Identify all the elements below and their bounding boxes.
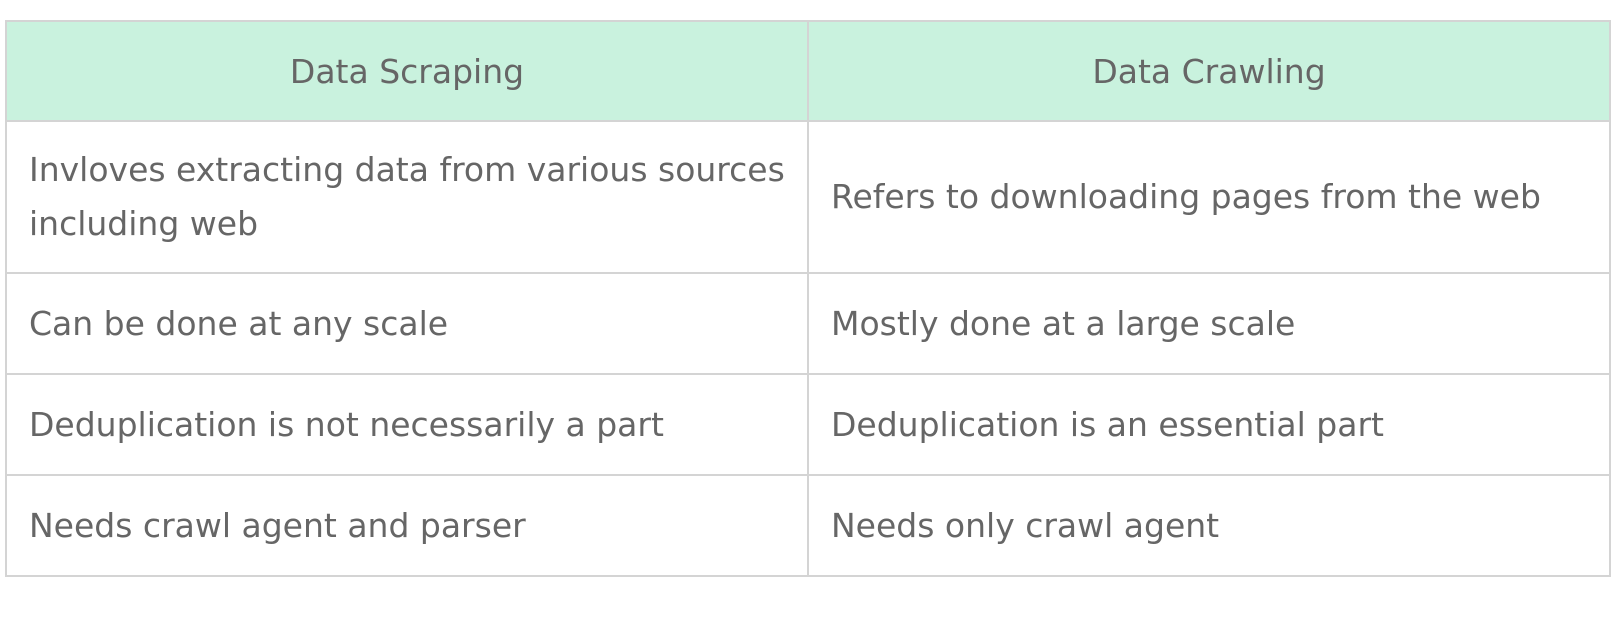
comparison-table: Data Scraping Data Crawling Invloves ext… [5, 20, 1611, 577]
table-cell-crawling: Refers to downloading pages from the web [807, 120, 1611, 274]
comparison-table-container: Data Scraping Data Crawling Invloves ext… [5, 20, 1611, 577]
table-header: Data Scraping Data Crawling [5, 20, 1611, 122]
table-body: Invloves extracting data from various so… [5, 120, 1611, 577]
table-row: Deduplication is not necessarily a part … [5, 373, 1611, 476]
table-cell-scraping: Invloves extracting data from various so… [5, 120, 809, 274]
table-row: Can be done at any scale Mostly done at … [5, 272, 1611, 375]
table-cell-scraping: Can be done at any scale [5, 272, 809, 375]
table-row: Invloves extracting data from various so… [5, 120, 1611, 274]
header-cell-data-scraping: Data Scraping [5, 20, 809, 122]
table-cell-scraping: Deduplication is not necessarily a part [5, 373, 809, 476]
table-row: Needs crawl agent and parser Needs only … [5, 474, 1611, 577]
header-cell-data-crawling: Data Crawling [807, 20, 1611, 122]
table-cell-crawling: Mostly done at a large scale [807, 272, 1611, 375]
table-cell-crawling: Needs only crawl agent [807, 474, 1611, 577]
header-row: Data Scraping Data Crawling [5, 20, 1611, 122]
table-cell-crawling: Deduplication is an essential part [807, 373, 1611, 476]
table-cell-scraping: Needs crawl agent and parser [5, 474, 809, 577]
